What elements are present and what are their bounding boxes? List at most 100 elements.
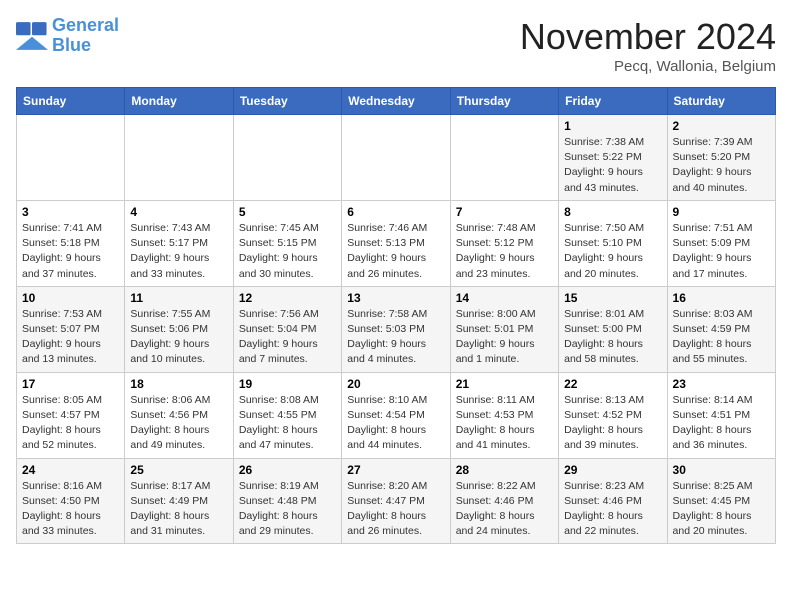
calendar-cell: 30 Sunrise: 8:25 AM Sunset: 4:45 PM Dayli… — [667, 458, 775, 544]
day-number: 18 — [130, 377, 227, 391]
page-header: General Blue November 2024 Pecq, Walloni… — [16, 16, 776, 75]
day-number: 25 — [130, 463, 227, 477]
day-number: 3 — [22, 205, 119, 219]
day-number: 15 — [564, 291, 661, 305]
weekday-header-friday: Friday — [559, 88, 667, 115]
day-number: 16 — [673, 291, 770, 305]
calendar-cell — [17, 115, 125, 201]
day-number: 1 — [564, 119, 661, 133]
weekday-header-monday: Monday — [125, 88, 233, 115]
day-info: Sunrise: 8:25 AM Sunset: 4:45 PM Dayligh… — [673, 479, 770, 540]
weekday-header-saturday: Saturday — [667, 88, 775, 115]
day-info: Sunrise: 7:38 AM Sunset: 5:22 PM Dayligh… — [564, 135, 661, 196]
day-number: 9 — [673, 205, 770, 219]
day-info: Sunrise: 7:41 AM Sunset: 5:18 PM Dayligh… — [22, 221, 119, 282]
calendar-week-2: 3 Sunrise: 7:41 AM Sunset: 5:18 PM Daylig… — [17, 200, 776, 286]
day-info: Sunrise: 7:43 AM Sunset: 5:17 PM Dayligh… — [130, 221, 227, 282]
logo-text: General Blue — [52, 16, 119, 56]
day-info: Sunrise: 7:51 AM Sunset: 5:09 PM Dayligh… — [673, 221, 770, 282]
logo: General Blue — [16, 16, 119, 56]
day-info: Sunrise: 8:11 AM Sunset: 4:53 PM Dayligh… — [456, 393, 553, 454]
day-info: Sunrise: 7:50 AM Sunset: 5:10 PM Dayligh… — [564, 221, 661, 282]
day-info: Sunrise: 8:22 AM Sunset: 4:46 PM Dayligh… — [456, 479, 553, 540]
day-info: Sunrise: 8:14 AM Sunset: 4:51 PM Dayligh… — [673, 393, 770, 454]
weekday-header-sunday: Sunday — [17, 88, 125, 115]
day-number: 5 — [239, 205, 336, 219]
calendar-table: SundayMondayTuesdayWednesdayThursdayFrid… — [16, 87, 776, 544]
calendar-cell: 15 Sunrise: 8:01 AM Sunset: 5:00 PM Dayli… — [559, 286, 667, 372]
day-number: 13 — [347, 291, 444, 305]
calendar-cell: 29 Sunrise: 8:23 AM Sunset: 4:46 PM Dayli… — [559, 458, 667, 544]
day-info: Sunrise: 8:06 AM Sunset: 4:56 PM Dayligh… — [130, 393, 227, 454]
day-number: 12 — [239, 291, 336, 305]
weekday-header-thursday: Thursday — [450, 88, 558, 115]
calendar-cell: 19 Sunrise: 8:08 AM Sunset: 4:55 PM Dayli… — [233, 372, 341, 458]
calendar-cell: 26Sunrise: 8:19 AM Sunset: 4:48 PM Dayli… — [233, 458, 341, 544]
calendar-cell — [233, 115, 341, 201]
day-info: Sunrise: 8:17 AM Sunset: 4:49 PM Dayligh… — [130, 479, 227, 540]
calendar-cell: 22 Sunrise: 8:13 AM Sunset: 4:52 PM Dayli… — [559, 372, 667, 458]
calendar-cell: 4 Sunrise: 7:43 AM Sunset: 5:17 PM Daylig… — [125, 200, 233, 286]
calendar-cell: 14 Sunrise: 8:00 AM Sunset: 5:01 PM Dayli… — [450, 286, 558, 372]
day-info: Sunrise: 8:19 AM Sunset: 4:48 PM Dayligh… — [239, 479, 336, 540]
location-subtitle: Pecq, Wallonia, Belgium — [520, 58, 776, 75]
logo-icon — [16, 22, 48, 50]
calendar-cell: 23 Sunrise: 8:14 AM Sunset: 4:51 PM Dayli… — [667, 372, 775, 458]
day-number: 20 — [347, 377, 444, 391]
day-number: 29 — [564, 463, 661, 477]
calendar-week-1: 1 Sunrise: 7:38 AM Sunset: 5:22 PM Daylig… — [17, 115, 776, 201]
day-number: 27 — [347, 463, 444, 477]
calendar-cell: 6 Sunrise: 7:46 AM Sunset: 5:13 PM Daylig… — [342, 200, 450, 286]
day-info: Sunrise: 7:48 AM Sunset: 5:12 PM Dayligh… — [456, 221, 553, 282]
day-info: Sunrise: 7:53 AM Sunset: 5:07 PM Dayligh… — [22, 307, 119, 368]
day-info: Sunrise: 8:23 AM Sunset: 4:46 PM Dayligh… — [564, 479, 661, 540]
day-number: 11 — [130, 291, 227, 305]
day-number: 23 — [673, 377, 770, 391]
title-block: November 2024 Pecq, Wallonia, Belgium — [520, 16, 776, 75]
calendar-cell: 3 Sunrise: 7:41 AM Sunset: 5:18 PM Daylig… — [17, 200, 125, 286]
calendar-cell: 24Sunrise: 8:16 AM Sunset: 4:50 PM Dayli… — [17, 458, 125, 544]
day-info: Sunrise: 8:00 AM Sunset: 5:01 PM Dayligh… — [456, 307, 553, 368]
calendar-cell — [342, 115, 450, 201]
calendar-cell: 9 Sunrise: 7:51 AM Sunset: 5:09 PM Daylig… — [667, 200, 775, 286]
calendar-week-3: 10 Sunrise: 7:53 AM Sunset: 5:07 PM Dayli… — [17, 286, 776, 372]
day-info: Sunrise: 7:55 AM Sunset: 5:06 PM Dayligh… — [130, 307, 227, 368]
calendar-cell: 8 Sunrise: 7:50 AM Sunset: 5:10 PM Daylig… — [559, 200, 667, 286]
weekday-header-tuesday: Tuesday — [233, 88, 341, 115]
calendar-cell: 12 Sunrise: 7:56 AM Sunset: 5:04 PM Dayli… — [233, 286, 341, 372]
weekday-header-wednesday: Wednesday — [342, 88, 450, 115]
day-number: 19 — [239, 377, 336, 391]
day-number: 17 — [22, 377, 119, 391]
day-info: Sunrise: 8:08 AM Sunset: 4:55 PM Dayligh… — [239, 393, 336, 454]
day-number: 21 — [456, 377, 553, 391]
day-number: 24 — [22, 463, 119, 477]
calendar-cell — [450, 115, 558, 201]
calendar-week-5: 24Sunrise: 8:16 AM Sunset: 4:50 PM Dayli… — [17, 458, 776, 544]
calendar-cell: 17Sunrise: 8:05 AM Sunset: 4:57 PM Dayli… — [17, 372, 125, 458]
day-info: Sunrise: 8:20 AM Sunset: 4:47 PM Dayligh… — [347, 479, 444, 540]
day-info: Sunrise: 8:13 AM Sunset: 4:52 PM Dayligh… — [564, 393, 661, 454]
calendar-cell — [125, 115, 233, 201]
day-number: 8 — [564, 205, 661, 219]
calendar-cell: 5Sunrise: 7:45 AM Sunset: 5:15 PM Daylig… — [233, 200, 341, 286]
day-number: 10 — [22, 291, 119, 305]
day-number: 22 — [564, 377, 661, 391]
calendar-cell: 18 Sunrise: 8:06 AM Sunset: 4:56 PM Dayli… — [125, 372, 233, 458]
day-number: 4 — [130, 205, 227, 219]
calendar-cell: 13Sunrise: 7:58 AM Sunset: 5:03 PM Dayli… — [342, 286, 450, 372]
day-info: Sunrise: 7:56 AM Sunset: 5:04 PM Dayligh… — [239, 307, 336, 368]
day-info: Sunrise: 7:39 AM Sunset: 5:20 PM Dayligh… — [673, 135, 770, 196]
day-info: Sunrise: 7:46 AM Sunset: 5:13 PM Dayligh… — [347, 221, 444, 282]
calendar-cell: 16 Sunrise: 8:03 AM Sunset: 4:59 PM Dayli… — [667, 286, 775, 372]
day-info: Sunrise: 8:01 AM Sunset: 5:00 PM Dayligh… — [564, 307, 661, 368]
calendar-cell: 28Sunrise: 8:22 AM Sunset: 4:46 PM Dayli… — [450, 458, 558, 544]
calendar-cell: 20 Sunrise: 8:10 AM Sunset: 4:54 PM Dayli… — [342, 372, 450, 458]
day-info: Sunrise: 8:10 AM Sunset: 4:54 PM Dayligh… — [347, 393, 444, 454]
day-number: 7 — [456, 205, 553, 219]
day-number: 30 — [673, 463, 770, 477]
day-number: 14 — [456, 291, 553, 305]
calendar-cell: 7 Sunrise: 7:48 AM Sunset: 5:12 PM Daylig… — [450, 200, 558, 286]
calendar-cell: 10 Sunrise: 7:53 AM Sunset: 5:07 PM Dayli… — [17, 286, 125, 372]
day-number: 6 — [347, 205, 444, 219]
day-info: Sunrise: 8:03 AM Sunset: 4:59 PM Dayligh… — [673, 307, 770, 368]
